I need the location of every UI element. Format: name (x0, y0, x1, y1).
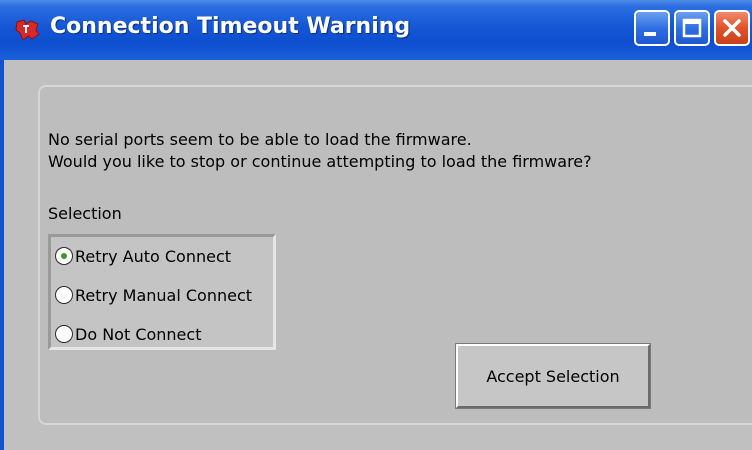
radio-unselected-icon[interactable] (55, 325, 73, 343)
ti-logo-icon (14, 16, 42, 44)
radio-do-not-connect[interactable]: Do Not Connect (55, 321, 201, 347)
selection-radio-group: Retry Auto Connect Retry Manual Connect … (48, 234, 276, 350)
window-title: Connection Timeout Warning (50, 14, 411, 39)
dialog-body: No serial ports seem to be able to load … (0, 60, 752, 450)
warning-message: No serial ports seem to be able to load … (48, 129, 592, 173)
radio-retry-auto-connect[interactable]: Retry Auto Connect (55, 243, 231, 269)
close-button[interactable] (714, 10, 750, 46)
radio-label: Retry Manual Connect (75, 285, 253, 305)
message-line-1: No serial ports seem to be able to load … (48, 130, 472, 149)
radio-unselected-icon[interactable] (55, 286, 73, 304)
radio-retry-manual-connect[interactable]: Retry Manual Connect (55, 282, 252, 308)
maximize-button[interactable] (674, 10, 710, 46)
selection-label: Selection (48, 204, 122, 223)
title-bar[interactable]: Connection Timeout Warning (0, 0, 752, 61)
minimize-button[interactable] (634, 10, 670, 46)
radio-label: Do Not Connect (75, 324, 202, 344)
accept-selection-button[interactable]: Accept Selection (455, 343, 651, 409)
radio-selected-icon[interactable] (55, 247, 73, 265)
dialog-window: Connection Timeout Warning No serial por… (0, 0, 752, 450)
radio-label: Retry Auto Connect (75, 246, 232, 266)
message-line-2: Would you like to stop or continue attem… (48, 152, 592, 171)
